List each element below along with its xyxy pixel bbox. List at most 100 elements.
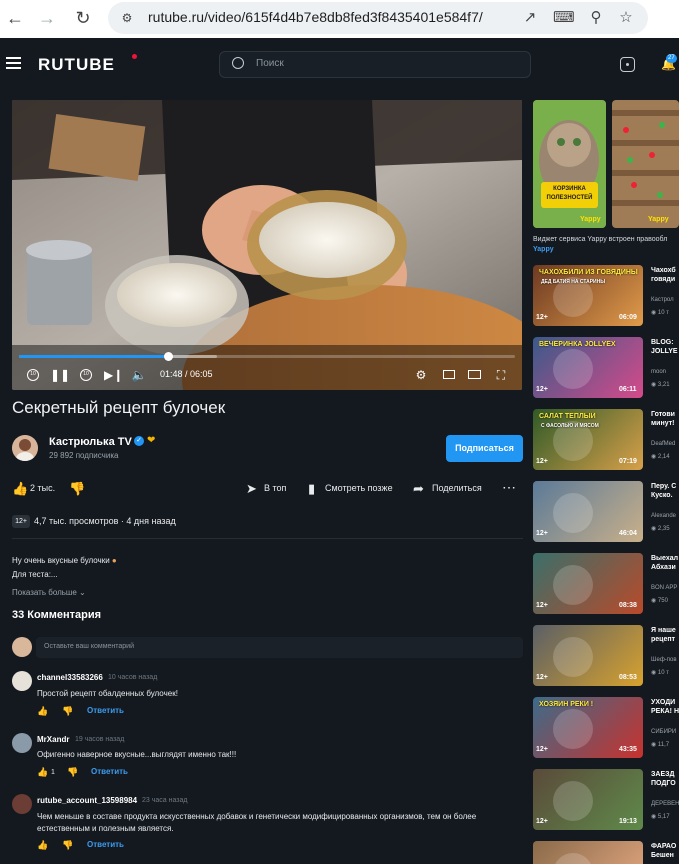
mute-icon[interactable]: 🔈	[130, 367, 148, 383]
related-title-line2[interactable]: ПОДГО	[651, 779, 676, 788]
comment-user[interactable]: rutube_account_13598984	[37, 796, 137, 805]
related-channel[interactable]: Alexande	[651, 513, 676, 519]
menu-icon[interactable]	[6, 57, 21, 69]
related-title[interactable]: Готови	[651, 410, 675, 419]
comment-avatar[interactable]	[12, 794, 32, 814]
comment-user[interactable]: MrXandr	[37, 735, 69, 744]
rocket-icon[interactable]: ➤	[246, 481, 257, 497]
channel-avatar[interactable]	[12, 435, 38, 461]
comment-avatar[interactable]	[12, 733, 32, 753]
related-thumbnail[interactable]	[533, 841, 643, 864]
bookmark-icon[interactable]: ▮	[308, 481, 315, 497]
comment-text-cont: естественным и полезным является.	[37, 824, 174, 833]
comment-dislike-icon[interactable]: 👎	[62, 840, 73, 851]
related-title[interactable]: Выехал	[651, 554, 678, 563]
related-video-card[interactable]: 12+ 08:38 Выехал Абхази BON APP ◉ 750	[533, 553, 679, 615]
view-count: 4,7 тыс. просмотров	[34, 516, 119, 526]
related-title[interactable]: Чахохб	[651, 266, 676, 275]
yappy-thumb-1[interactable]	[533, 100, 606, 228]
related-title-line2[interactable]: JOLLYE	[651, 347, 678, 356]
reply-button[interactable]: Ответить	[91, 767, 128, 776]
rutube-logo[interactable]: RUTUBE	[38, 55, 115, 75]
reply-button[interactable]: Ответить	[87, 840, 124, 849]
more-options-icon[interactable]: ⋯	[502, 479, 516, 496]
like-icon[interactable]: 👍	[12, 481, 28, 497]
subscriber-count: 29 892 подписчика	[49, 451, 119, 460]
yappy-thumb-2[interactable]	[612, 100, 679, 228]
to-top-button[interactable]: В топ	[264, 483, 286, 493]
next-icon[interactable]: ▶❙	[104, 367, 123, 383]
eye-icon: ◉	[651, 454, 658, 460]
video-title: Секретный рецепт булочек	[12, 398, 226, 417]
theater-mode-icon[interactable]	[465, 367, 483, 383]
like-count[interactable]: 2 тыс.	[30, 483, 55, 493]
related-video-card[interactable]: ЧАХОХБИЛИ ИЗ ГОВЯДИНЫ ДЕД БАТИЯ НА СТАРИ…	[533, 265, 679, 327]
related-video-card[interactable]: ХОЗЯИН РЕКИ ! 12+ 43:35 УХОДИ РЕКА! Н СИ…	[533, 697, 679, 759]
bookmark-star-icon[interactable]: ☆	[616, 8, 636, 28]
share-button[interactable]: Поделиться	[432, 483, 482, 493]
progress-track[interactable]	[19, 352, 515, 361]
related-title-line2[interactable]: Бешен	[651, 851, 674, 860]
related-video-card[interactable]: САЛАТ ТЁПЛЫЙ С ФАСОЛЬЮ И МЯСОМ 12+ 07:19…	[533, 409, 679, 471]
share-icon[interactable]: ➦	[413, 481, 424, 497]
forward-10-icon[interactable]: 10	[77, 367, 95, 383]
comment-like-icon[interactable]: 👍	[37, 767, 48, 778]
related-video-card[interactable]: ВЕЧЕРИНКА JOLLYEX 12+ 06:11 BLOG: JOLLYE…	[533, 337, 679, 399]
open-in-app-icon[interactable]: ↗	[520, 8, 540, 28]
related-video-card[interactable]: 12+ 19:13 ЗАЕЗД ПОДГО ДЕРЕВЕН ◉ 5,17	[533, 769, 679, 831]
related-channel[interactable]: СИБИРИ	[651, 729, 676, 735]
video-player[interactable]	[12, 100, 522, 390]
forward-arrow-icon[interactable]: →	[36, 7, 58, 29]
back-arrow-icon[interactable]: ←	[4, 7, 26, 29]
site-settings-icon[interactable]: ⚙	[118, 9, 136, 27]
watch-later-button[interactable]: Смотреть позже	[325, 483, 393, 493]
comment-like-icon[interactable]: 👍	[37, 706, 48, 717]
related-title[interactable]: УХОДИ	[651, 698, 675, 707]
translate-icon[interactable]: ⌨	[553, 8, 575, 28]
related-channel[interactable]: ДЕРЕВЕН	[651, 801, 679, 807]
channel-name[interactable]: Кастрюлька TV	[49, 436, 132, 448]
related-age-badge: 12+	[536, 602, 548, 609]
zoom-icon[interactable]: ⚲	[586, 8, 606, 28]
reload-icon[interactable]: ↻	[72, 7, 94, 29]
related-title-line2[interactable]: рецепт	[651, 635, 675, 644]
comment-dislike-icon[interactable]: 👎	[67, 767, 78, 778]
comment-avatar[interactable]	[12, 671, 32, 691]
comment-dislike-icon[interactable]: 👎	[62, 706, 73, 717]
settings-gear-icon[interactable]: ⚙	[412, 367, 430, 383]
thumbnail-figure	[553, 781, 593, 821]
fullscreen-icon[interactable]: ⛶	[492, 367, 510, 383]
related-title-line2[interactable]: Абхази	[651, 563, 676, 572]
progress-handle[interactable]	[163, 352, 173, 361]
related-video-card[interactable]: ФАРАО Бешен ◉	[533, 841, 679, 864]
reply-button[interactable]: Ответить	[87, 706, 124, 715]
related-channel[interactable]: moon	[651, 369, 666, 375]
related-channel[interactable]: Кастрол	[651, 297, 674, 303]
related-video-card[interactable]: 12+ 08:53 Я наше рецепт Шеф-пов ◉ 10 т	[533, 625, 679, 687]
picture-in-picture-icon[interactable]	[440, 367, 458, 383]
related-title[interactable]: ЗАЕЗД	[651, 770, 674, 779]
related-title[interactable]: ФАРАО	[651, 842, 676, 851]
pause-icon[interactable]: ❚❚	[50, 367, 70, 383]
related-title[interactable]: Я наше	[651, 626, 676, 635]
show-more-label[interactable]: Показать больше	[12, 588, 77, 597]
related-title-line2[interactable]: минут!	[651, 419, 674, 428]
yappy-brand-link[interactable]: Yappy	[533, 246, 554, 253]
related-title-line2[interactable]: РЕКА! Н	[651, 707, 679, 716]
subscribe-button[interactable]: Подписаться	[446, 435, 523, 462]
related-channel[interactable]: Шеф-пов	[651, 657, 677, 663]
related-title-line2[interactable]: Куско.	[651, 491, 673, 500]
related-title[interactable]: BLOG:	[651, 338, 674, 347]
comment-user[interactable]: channel33583266	[37, 673, 103, 682]
related-video-card[interactable]: 12+ 46:04 Перу. С Куско. Alexande ◉ 2,35	[533, 481, 679, 543]
rewind-10-icon[interactable]: 10	[24, 367, 42, 383]
related-channel[interactable]: BON APP	[651, 585, 677, 591]
upload-icon[interactable]	[620, 57, 635, 72]
video-frame	[12, 100, 522, 390]
show-more-link[interactable]: Показать больше ⌄	[12, 588, 86, 597]
related-title-line2[interactable]: говяди	[651, 275, 675, 284]
related-title[interactable]: Перу. С	[651, 482, 676, 491]
comment-like-icon[interactable]: 👍	[37, 840, 48, 851]
related-channel[interactable]: DeafMed	[651, 441, 675, 447]
dislike-icon[interactable]: 👎	[69, 481, 85, 497]
